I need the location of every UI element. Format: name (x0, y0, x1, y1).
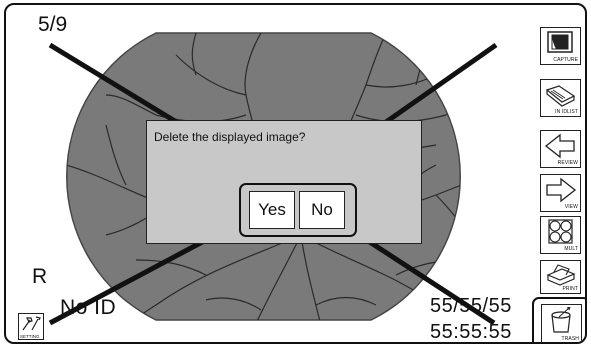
idlist-label: IN IDLIST (555, 109, 578, 115)
mult-label: MULT (564, 246, 578, 252)
settings-button[interactable]: SETTING (18, 313, 44, 340)
view-button[interactable]: VIEW (540, 174, 581, 212)
wrench-screwdriver-icon (22, 316, 41, 331)
image-counter: 5/9 (38, 13, 68, 36)
print-button[interactable]: PRINT (540, 260, 581, 294)
view-label: VIEW (564, 204, 578, 210)
date-display: 55/55/55 (430, 295, 512, 317)
settings-label: SETTING (20, 334, 40, 339)
book-icon (545, 85, 576, 107)
capture-label: CAPTURE (553, 57, 578, 63)
time-display: 55:55:55 (430, 321, 512, 343)
yes-button[interactable]: Yes (249, 191, 295, 229)
no-button[interactable]: No (299, 191, 345, 229)
capture-button[interactable]: CAPTURE (540, 27, 581, 65)
device-screen: 5/9 R No ID 55/55/55 55:55:55 Delete the… (4, 3, 587, 344)
delete-confirm-dialog: Delete the displayed image? Yes No (146, 120, 422, 244)
review-label: REVIEW (557, 160, 578, 166)
arrow-right-icon (546, 177, 577, 203)
multi-view-icon (548, 219, 573, 244)
trash-button[interactable]: TRASH (541, 304, 582, 342)
eye-indicator: R (32, 265, 48, 288)
trash-icon (551, 307, 571, 333)
dialog-button-group: Yes No (239, 183, 357, 237)
mult-button[interactable]: MULT (540, 216, 581, 254)
dialog-message: Delete the displayed image? (154, 130, 306, 144)
capture-icon (547, 31, 573, 53)
trash-label: TRASH (561, 336, 579, 342)
review-button[interactable]: REVIEW (540, 130, 581, 168)
idlist-button[interactable]: IN IDLIST (540, 79, 581, 117)
patient-id: No ID (60, 296, 117, 319)
arrow-left-icon (544, 133, 575, 159)
print-label: PRINT (562, 286, 578, 292)
